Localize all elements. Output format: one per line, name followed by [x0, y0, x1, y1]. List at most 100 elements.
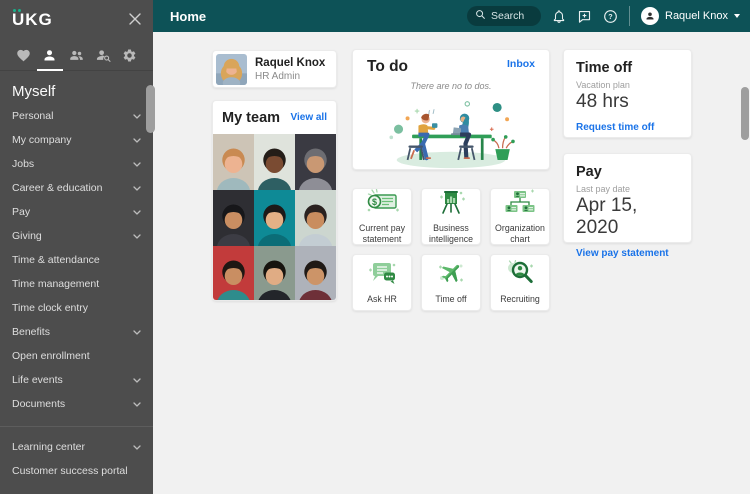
sidebar-menu: Personal My company Jobs Career & education… [0, 104, 153, 416]
last-pay-date-label: Last pay date [576, 184, 631, 194]
last-pay-date-value: Apr 15, 2020 [576, 195, 638, 238]
chat-bubbles-icon [366, 260, 398, 291]
team-photo-grid [213, 134, 336, 300]
search-input[interactable]: Search [467, 6, 541, 26]
todo-empty-message: There are no to dos. [410, 81, 492, 91]
chevron-down-icon [133, 441, 141, 453]
search-person-icon [505, 260, 535, 291]
vacation-plan-label: Vacation plan [576, 80, 630, 90]
chat-add-icon[interactable] [577, 9, 592, 24]
tile-business-intelligence[interactable]: Business intelligence [421, 188, 481, 245]
inbox-link[interactable]: Inbox [507, 58, 535, 70]
chevron-down-icon [133, 110, 141, 122]
chevron-down-icon [133, 158, 141, 170]
my-team-title: My team [222, 109, 281, 126]
sidebar-item-customer-success-portal[interactable]: Customer success portal [0, 459, 153, 483]
todo-title: To do [367, 58, 409, 75]
pay-statement-icon: $ [365, 188, 399, 220]
chevron-down-icon [133, 182, 141, 194]
chevron-down-icon [133, 374, 141, 386]
svg-text:$: $ [372, 197, 377, 207]
close-icon[interactable] [129, 13, 141, 27]
tile-ask-hr[interactable]: Ask HR [352, 254, 412, 311]
request-time-off-link[interactable]: Request time off [576, 122, 654, 133]
sidebar-item-documents[interactable]: Documents [0, 392, 153, 416]
team-photo[interactable] [295, 246, 336, 300]
heart-icon[interactable] [10, 41, 37, 70]
ukg-logo: UKG [12, 9, 53, 29]
notifications-bell-icon[interactable] [552, 9, 566, 24]
my-team-card: My team View all [212, 100, 337, 301]
sidebar-footer-menu: Learning center Customer success portal [0, 435, 153, 483]
help-icon[interactable]: ? [603, 9, 618, 24]
sidebar-section-title: Myself [12, 83, 56, 100]
sidebar-item-time-management[interactable]: Time management [0, 272, 153, 296]
sidebar-item-time-attendance[interactable]: Time & attendance [0, 248, 153, 272]
team-photo[interactable] [213, 246, 254, 300]
sidebar-item-personal[interactable]: Personal [0, 104, 153, 128]
todo-illustration [367, 93, 535, 169]
user-menu[interactable]: Raquel Knox [641, 7, 740, 25]
person-search-icon[interactable] [90, 41, 117, 70]
sidebar-item-open-enrollment[interactable]: Open enrollment [0, 344, 153, 368]
gear-icon[interactable] [116, 41, 143, 70]
tile-current-pay-statement[interactable]: $ Current pay statement [352, 188, 412, 245]
chevron-down-icon [133, 206, 141, 218]
vacation-hours-value: 48 hrs [576, 91, 629, 112]
tile-organization-chart[interactable]: Organization chart [490, 188, 550, 245]
chevron-down-icon [133, 398, 141, 410]
sidebar-item-giving[interactable]: Giving [0, 224, 153, 248]
team-photo[interactable] [254, 246, 295, 300]
logo-dots [13, 9, 21, 12]
sidebar-item-career-education[interactable]: Career & education [0, 176, 153, 200]
tile-recruiting[interactable]: Recruiting [490, 254, 550, 311]
sidebar-item-benefits[interactable]: Benefits [0, 320, 153, 344]
sidebar-item-pay[interactable]: Pay [0, 200, 153, 224]
view-pay-statement-link[interactable]: View pay statement [576, 248, 669, 259]
sidebar-header: UKG [0, 0, 153, 40]
sidebar-divider [0, 426, 153, 427]
main-content: Raquel Knox HR Admin My team View all To… [153, 32, 750, 494]
pay-card: Pay Last pay date Apr 15, 2020 View pay … [563, 153, 692, 259]
main-scrollbar-thumb[interactable] [741, 87, 749, 140]
team-photo[interactable] [213, 190, 254, 246]
view-all-link[interactable]: View all [290, 112, 327, 123]
svg-text:?: ? [608, 13, 612, 21]
team-photo[interactable] [295, 190, 336, 246]
chart-easel-icon [436, 189, 466, 220]
sidebar-item-time-clock-entry[interactable]: Time clock entry [0, 296, 153, 320]
sidebar-item-my-company[interactable]: My company [0, 128, 153, 152]
time-off-title: Time off [576, 60, 633, 76]
topbar-divider [629, 6, 630, 26]
chevron-down-icon [734, 14, 740, 18]
person-icon[interactable] [36, 41, 64, 71]
profile-text: Raquel Knox HR Admin [255, 56, 325, 81]
user-avatar-icon [641, 7, 659, 25]
airplane-icon [436, 260, 466, 291]
sidebar-item-jobs[interactable]: Jobs [0, 152, 153, 176]
topbar: Home Search ? Raquel Knox [153, 0, 750, 32]
time-off-card: Time off Vacation plan 48 hrs Request ti… [563, 49, 692, 138]
search-placeholder: Search [491, 10, 525, 22]
tile-time-off[interactable]: Time off [421, 254, 481, 311]
chevron-down-icon [133, 230, 141, 242]
chevron-down-icon [133, 326, 141, 338]
sidebar-item-life-events[interactable]: Life events [0, 368, 153, 392]
sidebar-item-learning-center[interactable]: Learning center [0, 435, 153, 459]
sidebar-scrollbar-thumb[interactable] [146, 85, 155, 133]
profile-role: HR Admin [255, 70, 301, 82]
profile-photo [216, 53, 247, 85]
team-photo[interactable] [213, 134, 254, 190]
team-photo[interactable] [295, 134, 336, 190]
profile-card[interactable]: Raquel Knox HR Admin [212, 50, 337, 88]
chevron-down-icon [133, 134, 141, 146]
org-chart-icon [504, 189, 536, 220]
sidebar-tab-bar [0, 40, 153, 71]
team-photo[interactable] [254, 190, 295, 246]
page-title: Home [170, 8, 207, 24]
profile-name: Raquel Knox [255, 57, 326, 70]
search-icon [475, 9, 486, 23]
user-name: Raquel Knox [665, 10, 728, 22]
people-icon[interactable] [63, 41, 90, 70]
team-photo[interactable] [254, 134, 295, 190]
